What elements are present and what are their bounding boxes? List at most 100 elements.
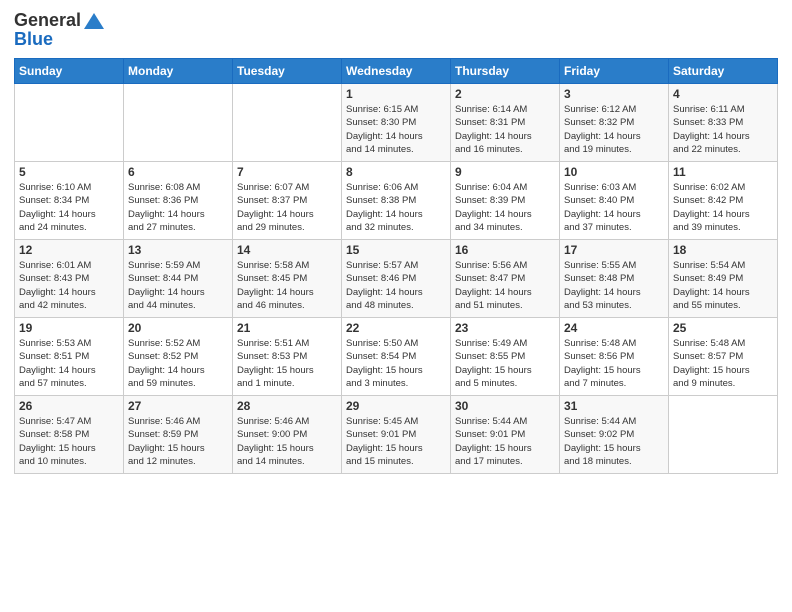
header: General Blue xyxy=(14,10,778,50)
day-info: Sunrise: 5:59 AM Sunset: 8:44 PM Dayligh… xyxy=(128,259,228,312)
day-info: Sunrise: 6:15 AM Sunset: 8:30 PM Dayligh… xyxy=(346,103,446,156)
day-number: 9 xyxy=(455,165,555,179)
calendar-cell: 7 Sunrise: 6:07 AM Sunset: 8:37 PM Daylig… xyxy=(233,162,342,240)
day-info: Sunrise: 6:14 AM Sunset: 8:31 PM Dayligh… xyxy=(455,103,555,156)
day-number: 8 xyxy=(346,165,446,179)
calendar-cell: 11 Sunrise: 6:02 AM Sunset: 8:42 PM Dayli… xyxy=(669,162,778,240)
day-info: Sunrise: 5:44 AM Sunset: 9:01 PM Dayligh… xyxy=(455,415,555,468)
day-number: 12 xyxy=(19,243,119,257)
day-number: 25 xyxy=(673,321,773,335)
day-number: 24 xyxy=(564,321,664,335)
calendar-cell: 13 Sunrise: 5:59 AM Sunset: 8:44 PM Dayli… xyxy=(124,240,233,318)
day-info: Sunrise: 6:08 AM Sunset: 8:36 PM Dayligh… xyxy=(128,181,228,234)
day-info: Sunrise: 6:07 AM Sunset: 8:37 PM Dayligh… xyxy=(237,181,337,234)
calendar-cell: 3 Sunrise: 6:12 AM Sunset: 8:32 PM Daylig… xyxy=(560,84,669,162)
day-info: Sunrise: 5:53 AM Sunset: 8:51 PM Dayligh… xyxy=(19,337,119,390)
calendar-cell: 21 Sunrise: 5:51 AM Sunset: 8:53 PM Dayli… xyxy=(233,318,342,396)
day-header-wednesday: Wednesday xyxy=(342,59,451,84)
calendar-cell xyxy=(15,84,124,162)
logo: General Blue xyxy=(14,10,105,50)
day-number: 26 xyxy=(19,399,119,413)
calendar-cell: 1 Sunrise: 6:15 AM Sunset: 8:30 PM Daylig… xyxy=(342,84,451,162)
calendar-cell: 10Sunrise: 6:03 AM Sunset: 8:40 PM Dayli… xyxy=(560,162,669,240)
day-info: Sunrise: 6:04 AM Sunset: 8:39 PM Dayligh… xyxy=(455,181,555,234)
day-info: Sunrise: 6:02 AM Sunset: 8:42 PM Dayligh… xyxy=(673,181,773,234)
calendar-cell: 26 Sunrise: 5:47 AM Sunset: 8:58 PM Dayli… xyxy=(15,396,124,474)
day-number: 11 xyxy=(673,165,773,179)
calendar-cell: 6Sunrise: 6:08 AM Sunset: 8:36 PM Daylig… xyxy=(124,162,233,240)
day-header-monday: Monday xyxy=(124,59,233,84)
day-number: 16 xyxy=(455,243,555,257)
calendar-cell: 8 Sunrise: 6:06 AM Sunset: 8:38 PM Daylig… xyxy=(342,162,451,240)
calendar-cell: 30Sunrise: 5:44 AM Sunset: 9:01 PM Dayli… xyxy=(451,396,560,474)
day-number: 7 xyxy=(237,165,337,179)
calendar-cell: 18Sunrise: 5:54 AM Sunset: 8:49 PM Dayli… xyxy=(669,240,778,318)
day-info: Sunrise: 5:56 AM Sunset: 8:47 PM Dayligh… xyxy=(455,259,555,312)
day-number: 14 xyxy=(237,243,337,257)
day-info: Sunrise: 6:03 AM Sunset: 8:40 PM Dayligh… xyxy=(564,181,664,234)
day-number: 22 xyxy=(346,321,446,335)
day-info: Sunrise: 5:52 AM Sunset: 8:52 PM Dayligh… xyxy=(128,337,228,390)
calendar-cell: 24 Sunrise: 5:48 AM Sunset: 8:56 PM Dayli… xyxy=(560,318,669,396)
day-number: 2 xyxy=(455,87,555,101)
calendar-cell: 19Sunrise: 5:53 AM Sunset: 8:51 PM Dayli… xyxy=(15,318,124,396)
day-info: Sunrise: 5:49 AM Sunset: 8:55 PM Dayligh… xyxy=(455,337,555,390)
day-info: Sunrise: 5:45 AM Sunset: 9:01 PM Dayligh… xyxy=(346,415,446,468)
day-number: 23 xyxy=(455,321,555,335)
day-number: 29 xyxy=(346,399,446,413)
day-info: Sunrise: 5:47 AM Sunset: 8:58 PM Dayligh… xyxy=(19,415,119,468)
day-number: 20 xyxy=(128,321,228,335)
calendar-cell: 25 Sunrise: 5:48 AM Sunset: 8:57 PM Dayli… xyxy=(669,318,778,396)
logo-general-part: General xyxy=(14,10,81,31)
day-info: Sunrise: 5:57 AM Sunset: 8:46 PM Dayligh… xyxy=(346,259,446,312)
day-number: 31 xyxy=(564,399,664,413)
day-header-tuesday: Tuesday xyxy=(233,59,342,84)
day-number: 17 xyxy=(564,243,664,257)
calendar-cell: 15 Sunrise: 5:57 AM Sunset: 8:46 PM Dayli… xyxy=(342,240,451,318)
day-info: Sunrise: 6:10 AM Sunset: 8:34 PM Dayligh… xyxy=(19,181,119,234)
day-number: 15 xyxy=(346,243,446,257)
day-header-friday: Friday xyxy=(560,59,669,84)
calendar-cell: 22 Sunrise: 5:50 AM Sunset: 8:54 PM Dayli… xyxy=(342,318,451,396)
calendar-cell: 12Sunrise: 6:01 AM Sunset: 8:43 PM Dayli… xyxy=(15,240,124,318)
day-number: 1 xyxy=(346,87,446,101)
day-number: 13 xyxy=(128,243,228,257)
week-row-3: 12Sunrise: 6:01 AM Sunset: 8:43 PM Dayli… xyxy=(15,240,778,318)
week-row-4: 19Sunrise: 5:53 AM Sunset: 8:51 PM Dayli… xyxy=(15,318,778,396)
day-info: Sunrise: 5:44 AM Sunset: 9:02 PM Dayligh… xyxy=(564,415,664,468)
day-number: 21 xyxy=(237,321,337,335)
calendar-cell: 20 Sunrise: 5:52 AM Sunset: 8:52 PM Dayli… xyxy=(124,318,233,396)
calendar-cell: 2 Sunrise: 6:14 AM Sunset: 8:31 PM Daylig… xyxy=(451,84,560,162)
calendar-header-row: SundayMondayTuesdayWednesdayThursdayFrid… xyxy=(15,59,778,84)
day-number: 28 xyxy=(237,399,337,413)
calendar-cell: 9 Sunrise: 6:04 AM Sunset: 8:39 PM Daylig… xyxy=(451,162,560,240)
day-header-thursday: Thursday xyxy=(451,59,560,84)
day-number: 3 xyxy=(564,87,664,101)
day-number: 18 xyxy=(673,243,773,257)
calendar-table: SundayMondayTuesdayWednesdayThursdayFrid… xyxy=(14,58,778,474)
day-header-saturday: Saturday xyxy=(669,59,778,84)
day-info: Sunrise: 5:46 AM Sunset: 9:00 PM Dayligh… xyxy=(237,415,337,468)
calendar-cell: 14Sunrise: 5:58 AM Sunset: 8:45 PM Dayli… xyxy=(233,240,342,318)
logo-blue-part: Blue xyxy=(14,29,53,49)
calendar-cell xyxy=(669,396,778,474)
page: General Blue SundayMondayTuesdayWednesda… xyxy=(0,0,792,612)
day-info: Sunrise: 6:11 AM Sunset: 8:33 PM Dayligh… xyxy=(673,103,773,156)
day-info: Sunrise: 6:12 AM Sunset: 8:32 PM Dayligh… xyxy=(564,103,664,156)
week-row-2: 5 Sunrise: 6:10 AM Sunset: 8:34 PM Daylig… xyxy=(15,162,778,240)
day-info: Sunrise: 5:48 AM Sunset: 8:57 PM Dayligh… xyxy=(673,337,773,390)
day-info: Sunrise: 5:50 AM Sunset: 8:54 PM Dayligh… xyxy=(346,337,446,390)
day-info: Sunrise: 6:06 AM Sunset: 8:38 PM Dayligh… xyxy=(346,181,446,234)
calendar-cell: 29 Sunrise: 5:45 AM Sunset: 9:01 PM Dayli… xyxy=(342,396,451,474)
day-info: Sunrise: 5:51 AM Sunset: 8:53 PM Dayligh… xyxy=(237,337,337,390)
day-number: 5 xyxy=(19,165,119,179)
calendar-cell: 4 Sunrise: 6:11 AM Sunset: 8:33 PM Daylig… xyxy=(669,84,778,162)
day-number: 4 xyxy=(673,87,773,101)
calendar-cell: 17Sunrise: 5:55 AM Sunset: 8:48 PM Dayli… xyxy=(560,240,669,318)
logo-triangle-icon xyxy=(83,12,105,30)
day-info: Sunrise: 5:46 AM Sunset: 8:59 PM Dayligh… xyxy=(128,415,228,468)
day-info: Sunrise: 5:48 AM Sunset: 8:56 PM Dayligh… xyxy=(564,337,664,390)
week-row-5: 26 Sunrise: 5:47 AM Sunset: 8:58 PM Dayli… xyxy=(15,396,778,474)
calendar-cell: 16 Sunrise: 5:56 AM Sunset: 8:47 PM Dayli… xyxy=(451,240,560,318)
calendar-cell: 28 Sunrise: 5:46 AM Sunset: 9:00 PM Dayli… xyxy=(233,396,342,474)
